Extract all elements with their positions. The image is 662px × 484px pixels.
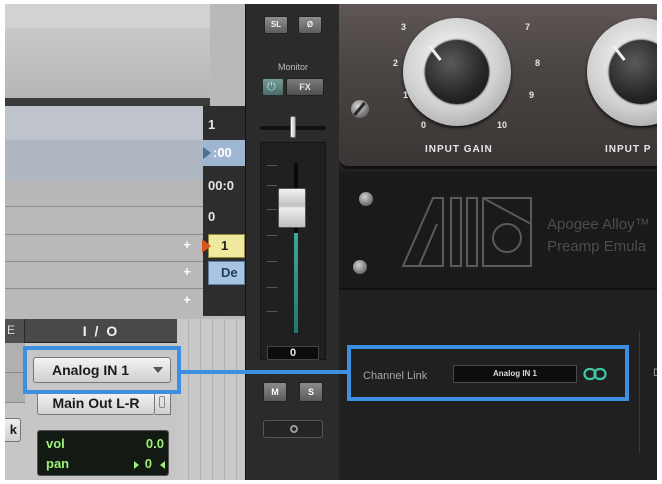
phase-button[interactable]: Ø [298, 16, 322, 34]
fader-tick [267, 311, 277, 312]
timeline-strip [5, 28, 210, 98]
clip-region[interactable]: De [208, 261, 245, 285]
input-pad-knob[interactable] [587, 18, 657, 126]
ruler-bar-number: 1 [208, 117, 216, 132]
link-circle-icon [290, 425, 298, 433]
fader-value-display[interactable]: 0 [267, 346, 319, 360]
brand-name: Apogee Alloy™ [547, 216, 650, 233]
trim-slider-handle[interactable] [290, 116, 296, 138]
fader-tick [267, 185, 277, 186]
io-header: I / O [25, 319, 177, 343]
path-icon [159, 396, 165, 408]
add-marker-icon[interactable]: + [181, 238, 193, 252]
inserts-header: E [5, 319, 25, 343]
volume-label: vol [46, 436, 65, 451]
add-marker-icon[interactable]: + [181, 265, 193, 279]
gain-scale-1: 1 [403, 90, 409, 100]
inserts-header-label: E [7, 323, 16, 337]
alloy-logo-icon [401, 197, 532, 267]
output-path-toggle[interactable] [155, 391, 171, 415]
cropped-label: D [653, 367, 657, 379]
fader-tick [267, 165, 277, 166]
mute-button[interactable]: M [263, 382, 287, 402]
row-divider [5, 234, 210, 235]
marker-flag-icon[interactable] [202, 239, 211, 253]
io-header-label: I / O [82, 323, 120, 339]
knob-pointer-icon [428, 44, 442, 61]
highlight-input-selector [23, 346, 181, 394]
ruler-row-bars[interactable] [5, 106, 210, 140]
fx-button[interactable]: FX [286, 78, 324, 96]
pan-left-arrow-icon [160, 461, 165, 469]
gain-scale-9: 9 [529, 90, 535, 100]
insert-slot[interactable] [5, 343, 25, 373]
gain-scale-0: 0 [421, 120, 427, 130]
row-divider [5, 261, 210, 262]
volume-pan-display[interactable]: vol 0.0 pan 0 [37, 430, 169, 476]
pan-right-arrow-icon [134, 461, 139, 469]
screenshot-stage: + + + 1 00:0 0 :00 1 De E I / O Analog I… [5, 4, 657, 480]
screw-icon [353, 260, 367, 274]
playhead-marker-icon[interactable] [203, 147, 211, 159]
brand-panel: Apogee Alloy™ Preamp Emula [339, 172, 657, 290]
pan-label: pan [46, 456, 70, 471]
volume-row[interactable]: vol 0.0 [46, 435, 164, 453]
fader-tick [267, 235, 277, 236]
ruler-selection-time: :00 [213, 145, 232, 160]
solo-button[interactable]: S [299, 382, 323, 402]
gain-scale-2: 2 [393, 58, 399, 68]
mix-window: E I / O Analog IN 1 Main Out L-R k vol 0… [5, 319, 245, 480]
volume-fader-handle[interactable] [278, 188, 306, 228]
fader-tick [267, 261, 277, 262]
ruler-row-selection[interactable] [5, 140, 210, 180]
edit-window: + + + 1 00:0 0 :00 1 De E I / O Analog I… [5, 4, 245, 480]
gain-scale-8: 8 [535, 58, 541, 68]
sl-button[interactable]: SL [264, 16, 288, 34]
knob-pointer-icon [612, 44, 626, 61]
side-button[interactable]: k [5, 418, 21, 442]
clip-region[interactable]: 1 [208, 234, 245, 258]
input-gain-caption: INPUT GAIN [425, 144, 493, 155]
volume-value[interactable]: 0.0 [146, 436, 164, 451]
gain-scale-10: 10 [497, 120, 508, 130]
input-pad-knob-cap[interactable] [609, 40, 657, 104]
monitor-label: Monitor [277, 62, 308, 72]
fader-tick [267, 209, 277, 210]
row-divider [5, 206, 210, 207]
add-marker-icon[interactable]: + [181, 293, 193, 307]
brand-subtitle: Preamp Emula [547, 238, 647, 255]
row-divider [5, 288, 210, 289]
link-button[interactable] [263, 420, 323, 438]
power-icon: ⏻ [267, 81, 276, 93]
plugin-window: 0 1 2 3 7 8 9 10 INPUT GAIN INPUT P Apog… [339, 4, 657, 480]
output-selector[interactable]: Main Out L-R [37, 391, 155, 415]
insert-slot[interactable] [5, 373, 25, 403]
monitor-power-button[interactable]: ⏻ [262, 78, 284, 96]
clip-region-label: De [221, 265, 238, 280]
clip-region-label: 1 [221, 238, 229, 253]
plugin-channel-strip: SL Ø Monitor ⏻ FX 0 M S [245, 4, 339, 480]
ruler-samples: 0 [208, 209, 216, 224]
gain-scale-3: 3 [401, 22, 407, 32]
gain-scale-7: 7 [525, 22, 531, 32]
screw-icon [359, 192, 373, 206]
input-gain-knob-cap[interactable] [425, 40, 489, 104]
fader-panel: 0 [260, 142, 326, 360]
input-gain-knob[interactable] [403, 18, 511, 126]
highlight-channel-link [347, 345, 629, 401]
panel-divider [639, 332, 640, 452]
panel-bolt-icon [351, 100, 369, 118]
knob-panel: 0 1 2 3 7 8 9 10 INPUT GAIN INPUT P [339, 4, 657, 169]
pan-value[interactable]: 0 [145, 456, 152, 471]
highlight-connector [181, 370, 347, 374]
ruler-divider [5, 98, 210, 106]
fader-tick [267, 287, 277, 288]
toolbar-strip [5, 4, 210, 28]
ruler-timecode: 00:0 [208, 178, 235, 193]
track-stripes [177, 319, 245, 480]
pan-row[interactable]: pan 0 [46, 455, 165, 473]
ruler-row-timecode[interactable] [5, 180, 210, 206]
level-meter [294, 233, 298, 333]
input-pad-caption: INPUT P [605, 144, 652, 155]
